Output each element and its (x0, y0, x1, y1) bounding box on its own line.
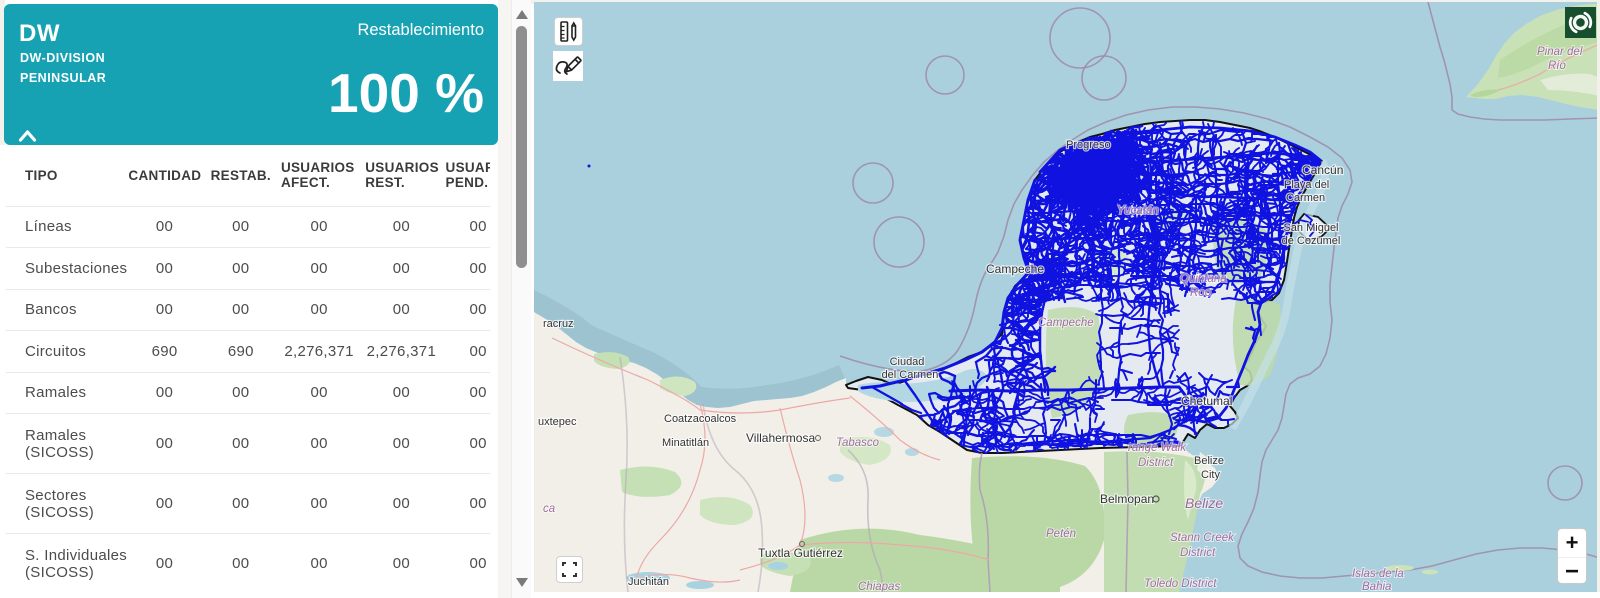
svg-text:District: District (1180, 547, 1216, 559)
svg-text:Tuxtla Gutiérrez: Tuxtla Gutiérrez (758, 546, 843, 560)
svg-text:de Cozumel: de Cozumel (1282, 235, 1341, 247)
svg-text:Petén: Petén (1046, 528, 1076, 540)
svg-text:City: City (1201, 469, 1220, 481)
svg-text:San Miguel: San Miguel (1283, 222, 1338, 234)
svg-text:Progreso: Progreso (1066, 139, 1111, 151)
svg-text:District: District (1138, 457, 1174, 469)
svg-text:Ciudad: Ciudad (890, 356, 925, 368)
svg-text:Juchitán: Juchitán (628, 576, 669, 588)
svg-text:Quintana: Quintana (1180, 273, 1227, 285)
svg-text:Roo: Roo (1190, 287, 1212, 299)
svg-text:Villahermosa: Villahermosa (746, 431, 815, 445)
svg-text:Stann Creek: Stann Creek (1170, 532, 1235, 544)
svg-text:Toledo District: Toledo District (1144, 578, 1217, 590)
svg-text:Islas de la: Islas de la (1352, 568, 1404, 580)
svg-text:range Walk: range Walk (1128, 442, 1187, 454)
svg-text:Belize: Belize (1194, 455, 1224, 467)
svg-text:Belize: Belize (1185, 495, 1223, 511)
svg-text:Río: Río (1548, 60, 1567, 72)
svg-text:Cancún: Cancún (1302, 163, 1343, 177)
svg-text:Campeche: Campeche (1038, 317, 1094, 329)
svg-text:Chetumal: Chetumal (1181, 394, 1232, 408)
svg-text:uxtepec: uxtepec (538, 416, 577, 428)
svg-text:Pinar del: Pinar del (1537, 46, 1583, 58)
svg-text:Campeche: Campeche (986, 262, 1044, 276)
svg-text:del Carmen: del Carmen (882, 369, 939, 381)
svg-text:Carmen: Carmen (1286, 192, 1325, 204)
svg-text:Playa del: Playa del (1284, 179, 1329, 191)
svg-text:racruz: racruz (543, 318, 574, 330)
svg-text:Coatzacoalcos: Coatzacoalcos (664, 413, 737, 425)
svg-text:Yucatán: Yucatán (1117, 205, 1159, 217)
svg-text:ca: ca (543, 503, 555, 515)
svg-text:Tabasco: Tabasco (836, 437, 880, 449)
svg-text:Minatitlán: Minatitlán (662, 437, 709, 449)
svg-text:Belmopan: Belmopan (1100, 492, 1154, 506)
svg-text:Bahia: Bahia (1362, 581, 1391, 592)
svg-text:Chiapas: Chiapas (858, 581, 900, 592)
